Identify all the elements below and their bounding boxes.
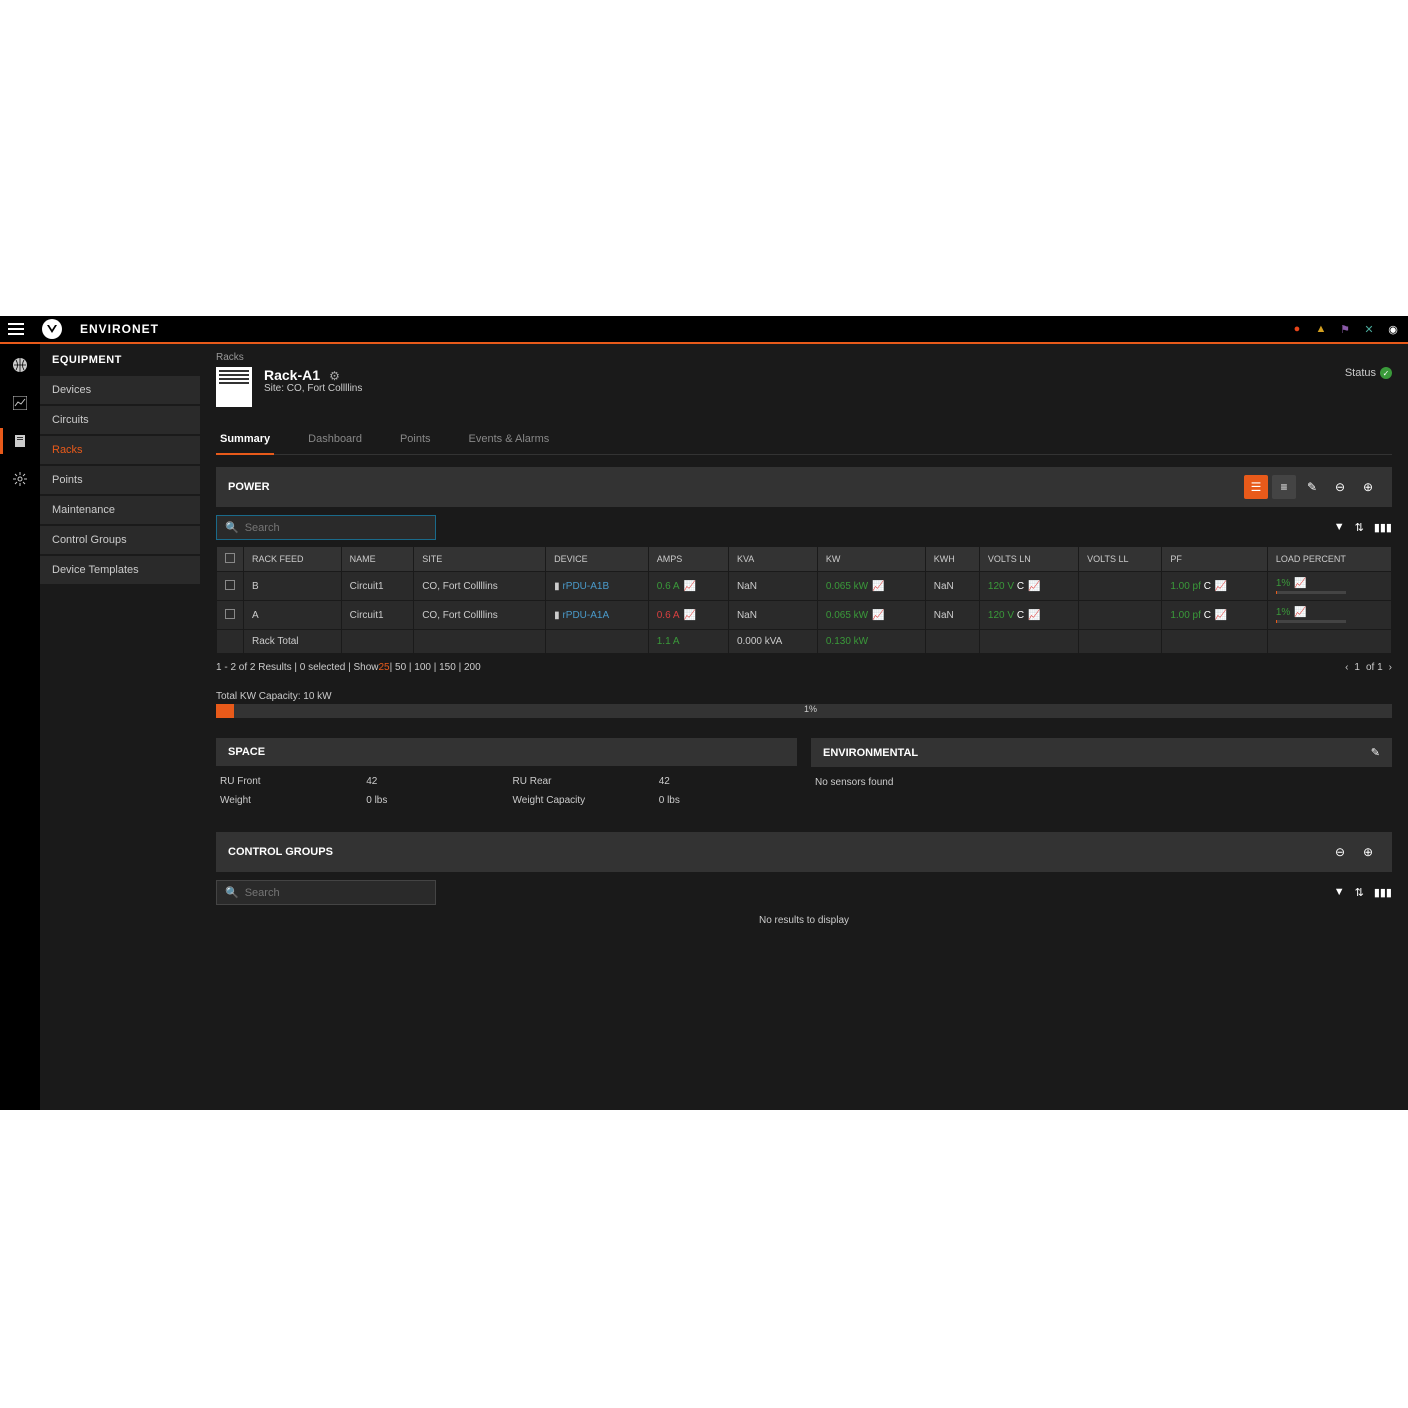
sidebar-item-points[interactable]: Points	[40, 466, 200, 494]
view-list-button[interactable]: ≡	[1272, 475, 1296, 499]
power-section-header: POWER ☰ ≡ ✎ ⊖ ⊕	[216, 467, 1392, 507]
chart-icon[interactable]: 📈	[1215, 581, 1227, 592]
power-table: RACK FEED NAME SITE DEVICE AMPS KVA KW K…	[216, 546, 1392, 654]
rack-icon	[216, 367, 252, 407]
pager: 1 - 2 of 2 Results | 0 selected | Show 2…	[216, 662, 1392, 673]
capacity-bar: 1%	[216, 704, 1392, 718]
chart-icon[interactable]: 📈	[684, 610, 696, 621]
chart-icon[interactable]: 📈	[1294, 578, 1306, 589]
search-icon: 🔍	[225, 886, 239, 899]
page-subtitle: Site: CO, Fort Collllins	[264, 383, 362, 394]
wrench-icon[interactable]: ✕	[1362, 322, 1376, 336]
edit-env-icon[interactable]: ✎	[1371, 746, 1380, 759]
rail-equipment-icon[interactable]	[11, 432, 29, 450]
alert-warning-icon[interactable]: ▲	[1314, 322, 1328, 336]
search-icon: 🔍	[225, 521, 239, 534]
tools-icon[interactable]: ⚑	[1338, 322, 1352, 336]
chart-icon[interactable]: 📈	[1028, 581, 1040, 592]
row-checkbox[interactable]	[225, 580, 235, 590]
sort-icon[interactable]: ⇅	[1355, 886, 1364, 899]
filter-icon[interactable]: ▼	[1334, 886, 1345, 899]
rail-globe-icon[interactable]	[11, 356, 29, 374]
row-checkbox[interactable]	[225, 609, 235, 619]
status-badge: Status ✓	[1345, 367, 1392, 379]
table-row: A Circuit1 CO, Fort Collllins ▮ rPDU-A1A…	[217, 601, 1392, 630]
gear-icon[interactable]: ⚙	[329, 369, 340, 383]
cg-section-header: CONTROL GROUPS ⊖ ⊕	[216, 832, 1392, 872]
view-grid-button[interactable]: ☰	[1244, 475, 1268, 499]
user-icon[interactable]: ◉	[1386, 322, 1400, 336]
table-row-total: Rack Total 1.1 A0.000 kVA0.130 kW	[217, 630, 1392, 654]
device-link[interactable]: rPDU-A1B	[562, 581, 609, 592]
add-button[interactable]: ⊕	[1356, 475, 1380, 499]
sidebar-item-racks[interactable]: Racks	[40, 436, 200, 464]
columns-icon[interactable]: ▮▮▮	[1374, 521, 1392, 534]
power-search-input[interactable]	[245, 522, 427, 534]
filter-icon[interactable]: ▼	[1334, 521, 1345, 534]
tab-summary[interactable]: Summary	[216, 425, 274, 455]
logo-icon	[42, 319, 62, 339]
device-link[interactable]: rPDU-A1A	[562, 610, 609, 621]
cg-no-results: No results to display	[216, 905, 1392, 936]
sidebar-item-devices[interactable]: Devices	[40, 376, 200, 404]
next-page-icon[interactable]: ›	[1389, 662, 1392, 673]
topbar: ENVIRONET ● ▲ ⚑ ✕ ◉	[0, 316, 1408, 344]
cg-search-input[interactable]	[245, 887, 427, 899]
tab-dashboard[interactable]: Dashboard	[304, 425, 366, 454]
sidebar-title: EQUIPMENT	[40, 344, 200, 376]
cg-add-button[interactable]: ⊕	[1356, 840, 1380, 864]
rail-settings-icon[interactable]	[11, 470, 29, 488]
sidebar-item-control-groups[interactable]: Control Groups	[40, 526, 200, 554]
select-all-checkbox[interactable]	[225, 553, 235, 563]
prev-page-icon[interactable]: ‹	[1345, 662, 1348, 673]
nav-rail	[0, 344, 40, 1110]
tabs: Summary Dashboard Points Events & Alarms	[216, 425, 1392, 455]
chart-icon[interactable]: 📈	[872, 581, 884, 592]
chart-icon[interactable]: 📈	[872, 610, 884, 621]
tab-events[interactable]: Events & Alarms	[465, 425, 554, 454]
hamburger-icon[interactable]	[8, 323, 24, 335]
sidebar-item-circuits[interactable]: Circuits	[40, 406, 200, 434]
chart-icon[interactable]: 📈	[1028, 610, 1040, 621]
table-row: B Circuit1 CO, Fort Collllins ▮ rPDU-A1B…	[217, 572, 1392, 601]
columns-icon[interactable]: ▮▮▮	[1374, 886, 1392, 899]
remove-button[interactable]: ⊖	[1328, 475, 1352, 499]
sort-icon[interactable]: ⇅	[1355, 521, 1364, 534]
chart-icon[interactable]: 📈	[1294, 607, 1306, 618]
environmental-panel: ENVIRONMENTAL✎ No sensors found	[811, 738, 1392, 816]
sidebar: EQUIPMENT Devices Circuits Racks Points …	[40, 344, 200, 1110]
brand: ENVIRONET	[80, 322, 159, 336]
breadcrumb[interactable]: Racks	[216, 352, 1392, 363]
alert-error-icon[interactable]: ●	[1290, 322, 1304, 336]
cg-remove-button[interactable]: ⊖	[1328, 840, 1352, 864]
rail-chart-icon[interactable]	[11, 394, 29, 412]
power-search[interactable]: 🔍	[216, 515, 436, 540]
space-panel: SPACE RU Front42 RU Rear42 Weight0 lbs W…	[216, 738, 797, 816]
chart-icon[interactable]: 📈	[684, 581, 696, 592]
edit-button[interactable]: ✎	[1300, 475, 1324, 499]
status-ok-icon: ✓	[1380, 367, 1392, 379]
cg-search[interactable]: 🔍	[216, 880, 436, 905]
sidebar-item-maintenance[interactable]: Maintenance	[40, 496, 200, 524]
capacity-label: Total KW Capacity: 10 kW	[216, 691, 1392, 702]
main-content: Racks Rack-A1 ⚙ Site: CO, Fort Collllins…	[200, 344, 1408, 1110]
sidebar-item-device-templates[interactable]: Device Templates	[40, 556, 200, 584]
tab-points[interactable]: Points	[396, 425, 435, 454]
chart-icon[interactable]: 📈	[1215, 610, 1227, 621]
page-title: Rack-A1	[264, 367, 320, 383]
